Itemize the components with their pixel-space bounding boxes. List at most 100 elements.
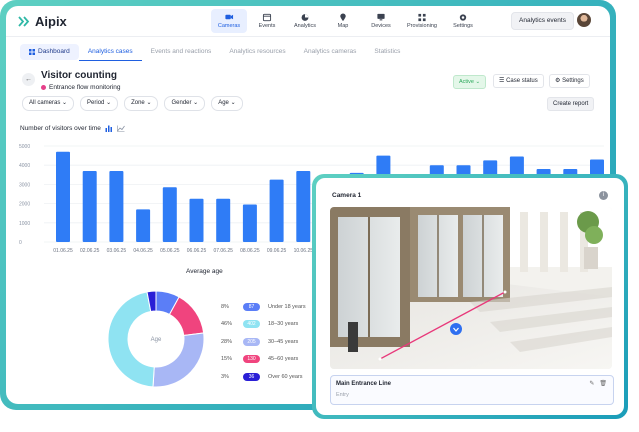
status-dot-icon: [41, 85, 46, 90]
chevron-down-icon: ⌄: [106, 100, 112, 106]
tab-events-and-reactions[interactable]: Events and reactions: [142, 44, 221, 60]
pie-chart-icon: [301, 14, 309, 21]
nav-events[interactable]: Events: [249, 9, 285, 33]
nav-analytics[interactable]: Analytics: [287, 9, 323, 33]
legend-percent: 3%: [221, 373, 229, 380]
donut-slice[interactable]: [107, 291, 155, 388]
settings-button[interactable]: ⚙ Settings: [549, 74, 590, 88]
camera-feed-image[interactable]: [330, 207, 612, 369]
dashboard-icon: [29, 49, 35, 55]
case-status-button[interactable]: ☰ Case status: [493, 74, 544, 88]
logo-text: Aipix: [35, 14, 67, 29]
page-title: Visitor counting: [41, 70, 117, 81]
back-arrow-icon[interactable]: ←: [22, 73, 35, 86]
aipix-logo[interactable]: Aipix: [18, 14, 67, 29]
subtitle-text: Entrance flow monitoring: [49, 84, 121, 91]
legend-label: 45–60 years: [268, 356, 299, 363]
chevron-down-icon: ⌄: [230, 100, 236, 106]
legend-count-badge: 130: [243, 355, 260, 364]
x-tick-label: 01.06.25: [53, 248, 73, 254]
chevron-down-icon: ⌄: [475, 79, 481, 85]
camera-panel: Camera 1 i Main Entrance Line Entry ✎ 🗑: [316, 178, 624, 415]
filter-label: Zone: [131, 100, 145, 106]
x-tick-label: 10.06.25: [294, 248, 314, 254]
bar[interactable]: [242, 204, 257, 242]
camera-title: Camera 1: [332, 192, 362, 199]
legend-label: Over 60 years: [268, 373, 303, 380]
nav-cameras[interactable]: Cameras: [211, 9, 247, 33]
camera-icon: [225, 14, 234, 20]
legend-count-badge: 402: [243, 320, 260, 329]
analytics-events-button[interactable]: Analytics events: [511, 12, 574, 30]
nav-devices[interactable]: Devices: [363, 9, 399, 33]
tab-analytics-cameras[interactable]: Analytics cameras: [295, 44, 366, 60]
bar[interactable]: [56, 151, 70, 242]
bar[interactable]: [216, 198, 231, 242]
filter-cameras[interactable]: All cameras ⌄: [22, 96, 75, 111]
legend-count-badge: 205: [243, 337, 260, 346]
y-tick-label: 3000: [19, 182, 30, 188]
nav-label: Analytics: [293, 23, 316, 29]
nav-provisioning[interactable]: Provisioning: [401, 9, 443, 33]
x-tick-label: 09.06.25: [267, 248, 287, 254]
bar[interactable]: [189, 198, 204, 242]
tab-label: Dashboard: [38, 48, 70, 55]
x-tick-label: 08.06.25: [240, 248, 260, 254]
chevron-down-icon: ⌄: [62, 100, 68, 106]
filter-age[interactable]: Age ⌄: [211, 96, 243, 111]
bar[interactable]: [162, 187, 177, 242]
line-chart-toggle-icon[interactable]: [117, 125, 125, 132]
legend-label: 30–45 years: [268, 338, 299, 345]
filter-gender[interactable]: Gender ⌄: [164, 96, 206, 111]
logo-mark-icon: [18, 16, 30, 27]
trash-icon[interactable]: 🗑: [599, 380, 607, 387]
filter-period[interactable]: Period ⌄: [80, 96, 119, 111]
nav-label: Events: [258, 23, 276, 29]
filter-label: All cameras: [29, 100, 61, 106]
x-tick-label: 05.06.25: [160, 248, 180, 254]
tab-dashboard[interactable]: Dashboard: [20, 44, 79, 60]
bar[interactable]: [82, 170, 97, 242]
gear-icon: [459, 14, 467, 21]
nav-label: Settings: [453, 23, 473, 29]
bar[interactable]: [269, 179, 284, 242]
tab-analytics-resources[interactable]: Analytics resources: [220, 44, 294, 60]
user-avatar[interactable]: [577, 13, 591, 27]
legend-row: 46% 402 18–30 years: [221, 316, 306, 334]
filter-label: Age: [218, 100, 229, 106]
status-dropdown[interactable]: Active ⌄: [453, 75, 487, 89]
line-card[interactable]: Main Entrance Line Entry ✎ 🗑: [330, 375, 614, 405]
legend-row: 28% 205 30–45 years: [221, 333, 306, 351]
legend-count-badge: 36: [243, 372, 260, 381]
y-tick-label: 2000: [19, 202, 30, 208]
age-donut-chart: Age: [107, 290, 205, 388]
filter-zone[interactable]: Zone ⌄: [124, 96, 159, 111]
edit-icon[interactable]: ✎: [589, 380, 594, 387]
legend-percent: 46%: [221, 321, 233, 328]
legend-percent: 28%: [221, 338, 233, 345]
grid-icon: [418, 13, 426, 22]
x-tick-label: 06.06.25: [187, 248, 207, 254]
top-navigation-bar: Aipix Cameras Events Analytics Map Devices Pr…: [6, 6, 610, 37]
bar[interactable]: [109, 170, 124, 242]
tab-statistics[interactable]: Statistics: [365, 44, 409, 60]
nav-settings[interactable]: Settings: [445, 9, 481, 33]
info-icon[interactable]: i: [599, 191, 608, 200]
chevron-down-icon: ⌄: [146, 100, 152, 106]
gear-icon: ⚙: [555, 78, 561, 84]
nav-map[interactable]: Map: [325, 9, 361, 33]
bar[interactable]: [136, 209, 151, 242]
tab-analytics-cases[interactable]: Analytics cases: [78, 44, 142, 61]
monitor-icon: [377, 13, 385, 21]
bar-chart-title: Number of visitors over time: [20, 125, 125, 132]
x-tick-label: 07.06.25: [213, 248, 233, 254]
case-status-label: Case status: [506, 78, 538, 84]
create-report-button[interactable]: Create report: [547, 97, 595, 111]
map-pin-icon: [340, 13, 346, 22]
analytics-tabs: Dashboard Analytics cases Events and rea…: [20, 44, 409, 61]
y-tick-label: 4000: [19, 163, 30, 169]
nav-label: Cameras: [217, 23, 241, 29]
nav-label: Provisioning: [407, 23, 437, 29]
bar-chart-toggle-icon[interactable]: [105, 125, 113, 132]
bar[interactable]: [296, 170, 311, 242]
